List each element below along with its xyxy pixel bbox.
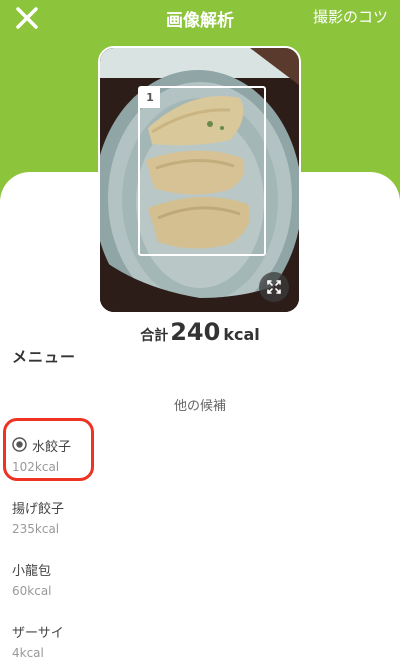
menu-item[interactable]: ザーサイ 4kcal — [12, 622, 312, 670]
menu-item-kcal: 60kcal — [12, 584, 52, 598]
menu-item-name: 小龍包 — [12, 564, 52, 579]
menu-item-kcal: 102kcal — [12, 460, 60, 474]
menu-item[interactable]: 揚げ餃子 235kcal — [12, 498, 312, 546]
menu-heading: メニュー — [12, 348, 77, 366]
expand-icon — [267, 280, 281, 294]
total-unit: kcal — [223, 325, 260, 344]
menu-item[interactable]: 水餃子 102kcal — [12, 436, 312, 484]
food-photo: 1 — [98, 46, 301, 314]
other-candidates-heading: 他の候補 — [173, 399, 226, 414]
menu-item-name: 水餃子 — [32, 440, 72, 455]
menu-item-name: 揚げ餃子 — [12, 502, 65, 517]
expand-button[interactable] — [259, 272, 289, 302]
menu-item-kcal: 4kcal — [12, 646, 44, 660]
total-value: 240 — [170, 318, 221, 346]
selected-check-icon — [12, 437, 27, 452]
total-calories: 合計240 kcal — [0, 318, 400, 346]
photo-tips-link[interactable]: 撮影のコツ — [313, 6, 388, 27]
menu-item-kcal: 235kcal — [12, 522, 60, 536]
menu-item-name: ザーサイ — [12, 626, 64, 641]
total-label: 合計 — [140, 328, 169, 344]
menu-item[interactable]: 小龍包 60kcal — [12, 560, 312, 608]
top-bar: 画像解析 撮影のコツ — [0, 0, 400, 36]
detection-box[interactable]: 1 — [138, 86, 266, 256]
detection-number: 1 — [140, 88, 160, 108]
